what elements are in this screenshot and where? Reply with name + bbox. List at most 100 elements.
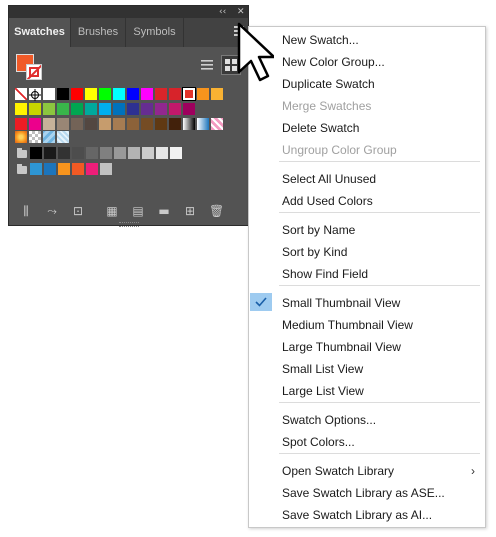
menu-item-save-swatch-library-as-ai[interactable]: Save Swatch Library as AI... <box>249 504 485 526</box>
place-swatch-icon[interactable]: ⤳ <box>45 204 59 218</box>
delete-swatch-icon[interactable]: 🗑 <box>209 204 224 218</box>
swatch[interactable] <box>99 88 111 100</box>
tab-symbols[interactable]: Symbols <box>126 18 184 47</box>
swatch[interactable] <box>15 88 27 100</box>
menu-item-show-find-field[interactable]: Show Find Field <box>249 263 485 285</box>
menu-item-swatch-options[interactable]: Swatch Options... <box>249 409 485 431</box>
menu-item-large-thumbnail-view[interactable]: Large Thumbnail View <box>249 336 485 358</box>
swatch[interactable] <box>113 88 125 100</box>
swatch[interactable] <box>57 118 69 130</box>
menu-item-add-used-colors[interactable]: Add Used Colors <box>249 190 485 212</box>
swatch[interactable] <box>100 147 112 159</box>
new-color-group-icon[interactable]: ▤ <box>131 204 145 218</box>
swatch[interactable] <box>86 147 98 159</box>
close-panel-button[interactable]: ✕ <box>237 6 245 18</box>
swatch[interactable] <box>44 147 56 159</box>
stroke-color-box[interactable] <box>26 64 42 80</box>
swatch[interactable] <box>15 131 27 143</box>
menu-item-large-list-view[interactable]: Large List View <box>249 380 485 402</box>
swatch[interactable] <box>86 163 98 175</box>
swatch-options-icon[interactable]: ▦ <box>105 204 119 218</box>
swatch[interactable] <box>100 163 112 175</box>
menu-item-save-swatch-library-as-ase[interactable]: Save Swatch Library as ASE... <box>249 482 485 504</box>
swatch[interactable] <box>127 88 139 100</box>
swatch[interactable] <box>170 147 182 159</box>
swatch[interactable] <box>128 147 140 159</box>
swatch[interactable] <box>169 118 181 130</box>
swatch[interactable] <box>142 147 154 159</box>
swatch[interactable] <box>29 103 41 115</box>
swatch[interactable] <box>141 118 153 130</box>
swatch[interactable] <box>15 118 27 130</box>
library-icon[interactable]: ⫼ <box>19 204 33 218</box>
swatch[interactable] <box>15 103 27 115</box>
swatch[interactable] <box>156 147 168 159</box>
swatch[interactable] <box>57 103 69 115</box>
swatch[interactable] <box>127 103 139 115</box>
swatch[interactable] <box>113 118 125 130</box>
swatch[interactable] <box>141 103 153 115</box>
tab-swatches[interactable]: Swatches <box>9 18 71 47</box>
swatch[interactable] <box>211 88 223 100</box>
swatch[interactable] <box>30 147 42 159</box>
collapse-panel-button[interactable]: ‹‹ <box>219 6 226 18</box>
menu-item-duplicate-swatch[interactable]: Duplicate Swatch <box>249 73 485 95</box>
swatch[interactable] <box>155 88 167 100</box>
new-swatch-folder-icon[interactable]: ▬ <box>157 204 171 218</box>
swatch[interactable] <box>29 118 41 130</box>
menu-item-sort-by-kind[interactable]: Sort by Kind <box>249 241 485 263</box>
swatch[interactable] <box>43 88 55 100</box>
swatch[interactable] <box>99 103 111 115</box>
tab-brushes[interactable]: Brushes <box>71 18 126 47</box>
swatch[interactable] <box>127 118 139 130</box>
swatch[interactable] <box>71 103 83 115</box>
swatch[interactable] <box>57 88 69 100</box>
swatch[interactable] <box>141 88 153 100</box>
menu-item-small-list-view[interactable]: Small List View <box>249 358 485 380</box>
swatch[interactable] <box>43 131 55 143</box>
swatch[interactable] <box>197 88 209 100</box>
swatch[interactable] <box>29 131 41 143</box>
swatch[interactable] <box>58 147 70 159</box>
color-group-folder-icon[interactable] <box>17 148 27 158</box>
new-swatch-icon[interactable]: ⊞ <box>183 204 197 218</box>
swatch[interactable] <box>183 103 195 115</box>
swatch[interactable] <box>113 103 125 115</box>
swatch[interactable] <box>211 118 223 130</box>
swatch[interactable] <box>99 118 111 130</box>
menu-item-open-swatch-library[interactable]: Open Swatch Library › <box>249 460 485 482</box>
swatch[interactable] <box>58 163 70 175</box>
swatch[interactable] <box>155 118 167 130</box>
menu-item-select-all-unused[interactable]: Select All Unused <box>249 168 485 190</box>
swatch[interactable] <box>183 118 195 130</box>
swatch[interactable] <box>85 103 97 115</box>
swatch[interactable] <box>169 103 181 115</box>
swatch[interactable] <box>57 131 69 143</box>
swatch[interactable] <box>72 147 84 159</box>
swatch[interactable] <box>44 163 56 175</box>
swatch[interactable] <box>169 88 181 100</box>
menu-item-spot-colors[interactable]: Spot Colors... <box>249 431 485 453</box>
swatch[interactable] <box>85 118 97 130</box>
panel-resize-grip[interactable] <box>119 222 139 227</box>
list-view-button[interactable] <box>197 55 217 75</box>
swatch[interactable] <box>155 103 167 115</box>
swatch[interactable] <box>71 118 83 130</box>
swatch[interactable] <box>114 147 126 159</box>
color-group-folder-icon[interactable] <box>17 164 27 174</box>
swatch-kind-icon[interactable]: ⊡ <box>71 204 85 218</box>
swatch[interactable] <box>72 163 84 175</box>
swatch[interactable] <box>29 88 41 101</box>
swatch[interactable] <box>71 88 83 100</box>
swatch[interactable] <box>43 103 55 115</box>
menu-item-new-color-group[interactable]: New Color Group... <box>249 51 485 73</box>
menu-item-sort-by-name[interactable]: Sort by Name <box>249 219 485 241</box>
menu-item-small-thumbnail-view[interactable]: Small Thumbnail View <box>249 292 485 314</box>
menu-item-delete-swatch[interactable]: Delete Swatch <box>249 117 485 139</box>
menu-item-medium-thumbnail-view[interactable]: Medium Thumbnail View <box>249 314 485 336</box>
swatch[interactable] <box>182 87 196 101</box>
swatch[interactable] <box>30 163 42 175</box>
menu-item-new-swatch[interactable]: New Swatch... <box>249 29 485 51</box>
swatch[interactable] <box>85 88 97 100</box>
swatch[interactable] <box>197 118 209 130</box>
